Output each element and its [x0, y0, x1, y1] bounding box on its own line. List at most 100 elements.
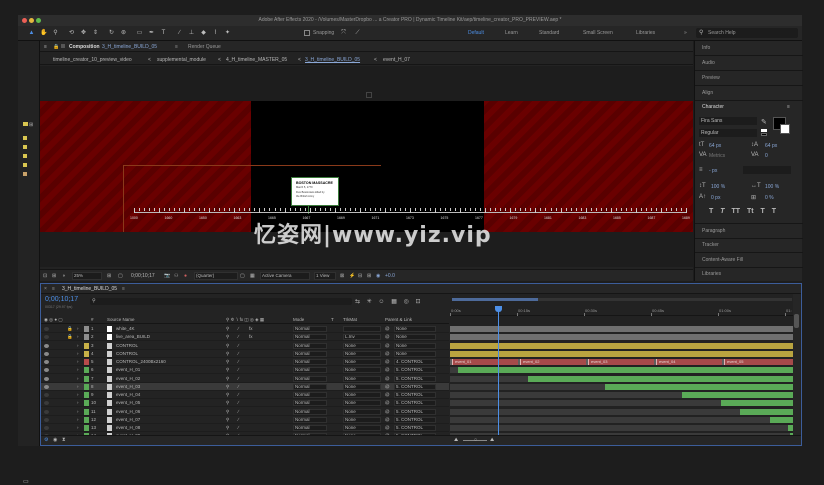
layer-duration-bar[interactable]	[458, 367, 793, 374]
tsume-value[interactable]: 0 %	[765, 195, 774, 201]
shy-switch-icon[interactable]: ⚲	[226, 351, 229, 357]
layer-duration-bar[interactable]	[450, 334, 793, 341]
pick-whip-icon[interactable]: @	[385, 326, 390, 332]
label-tag-icon[interactable]	[23, 122, 28, 126]
parent-select[interactable]: 4. CONTROL	[394, 359, 436, 365]
libraries-panel-tab[interactable]: Libraries	[702, 271, 721, 277]
snap-distance-icon[interactable]: ⟋	[354, 29, 361, 37]
visibility-eye-icon[interactable]	[44, 360, 49, 364]
shy-switch-icon[interactable]: ⚲	[226, 384, 229, 390]
quality-switch-icon[interactable]: ∕	[238, 417, 239, 423]
layer-marker[interactable]: event_04	[656, 359, 722, 365]
selection-tool-icon[interactable]: ▲	[28, 29, 35, 37]
pick-whip-icon[interactable]: @	[385, 384, 390, 390]
pick-whip-icon[interactable]: @	[385, 367, 390, 373]
shy-switch-icon[interactable]: ⚲	[226, 376, 229, 382]
transparency-grid-icon[interactable]: ▦	[250, 273, 255, 279]
blend-mode-select[interactable]: Normal	[293, 375, 327, 382]
tab-menu-icon[interactable]: ≡	[122, 286, 125, 292]
track-matte-select[interactable]	[343, 326, 381, 332]
toggle-pixel-aspect-icon[interactable]: ⊠	[340, 273, 344, 279]
eraser-tool-icon[interactable]: ◆	[200, 29, 207, 37]
blend-mode-select[interactable]: Normal	[293, 334, 327, 341]
pick-whip-icon[interactable]: @	[385, 417, 390, 423]
hand-tool-icon[interactable]: ✋	[40, 29, 47, 37]
pick-whip-icon[interactable]: @	[385, 409, 390, 415]
panel-menu-icon[interactable]: ≡	[44, 44, 47, 50]
visibility-eye-icon[interactable]	[44, 335, 49, 340]
blend-mode-select[interactable]: Normal	[293, 408, 327, 415]
mode-header[interactable]: Mode	[293, 317, 304, 323]
timeline-icon[interactable]: ⊟	[358, 273, 362, 279]
snapshot-icon[interactable]: 📷	[164, 273, 170, 279]
shy-switch-icon[interactable]: ⚲	[226, 326, 229, 332]
scrollbar-thumb[interactable]	[794, 314, 799, 328]
composition-tab-prefix[interactable]: Composition	[69, 44, 100, 50]
pan-camera-icon[interactable]: ✥	[80, 29, 87, 37]
vertical-scale-value[interactable]: 100 %	[711, 184, 725, 190]
layer-row[interactable]: › 8 event_H_03 ⚲ ∕ Normal None @5. CONTROL	[41, 382, 449, 391]
layer-track[interactable]	[450, 425, 793, 431]
channel-icon[interactable]: ●	[184, 273, 187, 279]
layer-name[interactable]: CONTROL	[116, 351, 138, 357]
label-color-swatch[interactable]	[84, 326, 89, 332]
draft-3d-icon[interactable]: ✳	[367, 299, 372, 305]
breadcrumb-item[interactable]: event_H_07	[383, 57, 410, 63]
layer-row[interactable]: › 12 event_H_07 ⚲ ∕ Normal None @5. CONTROL	[41, 416, 449, 424]
parent-select[interactable]: 5. CONTROL	[394, 416, 436, 423]
visibility-eye-icon[interactable]	[44, 384, 49, 389]
preview-panel-tab[interactable]: Preview	[702, 75, 720, 81]
track-matte-select[interactable]: None	[343, 342, 381, 349]
current-time-display[interactable]: 0;00;10;17	[45, 296, 78, 303]
layer-marker[interactable]: event_03	[588, 359, 654, 365]
track-matte-select[interactable]: None	[343, 400, 381, 407]
folder-swatch-5[interactable]	[23, 172, 27, 176]
baseline-shift-value[interactable]: 0 px	[711, 195, 720, 201]
tracking-value[interactable]: 0	[765, 153, 768, 159]
label-color-swatch[interactable]	[84, 416, 89, 423]
shy-switch-icon[interactable]: ⚲	[226, 367, 229, 373]
leading-value[interactable]: 64 px	[765, 143, 777, 149]
parent-link-header[interactable]: Parent & Link	[385, 317, 412, 323]
visibility-eye-icon[interactable]	[44, 376, 49, 381]
new-folder-icon[interactable]: ▭	[23, 478, 29, 485]
tracker-panel-tab[interactable]: Tracker	[702, 242, 719, 248]
layer-row[interactable]: › 11 event_H_06 ⚲ ∕ Normal None @5. CONTROL	[41, 408, 449, 416]
breadcrumb-item[interactable]: 4_H_timeline_MASTER_05	[226, 57, 287, 63]
blend-mode-select[interactable]: Normal	[293, 392, 327, 398]
pick-whip-icon[interactable]: @	[385, 359, 390, 365]
current-time-readout[interactable]: 0;00;10;17	[131, 273, 155, 279]
render-queue-tab[interactable]: Render Queue	[188, 44, 221, 50]
flowchart-icon[interactable]: ⊞	[29, 122, 33, 128]
parent-select[interactable]: 5. CONTROL	[394, 425, 436, 431]
eyedropper-icon[interactable]: ✎	[761, 118, 767, 126]
subscript-button[interactable]: T	[772, 208, 776, 215]
zoom-slider-thumb[interactable]: ○	[474, 437, 477, 443]
resolution-select[interactable]: (Quarter)	[194, 272, 238, 280]
quality-switch-icon[interactable]: ∕	[238, 376, 239, 382]
expand-arrow-icon[interactable]: ›	[77, 409, 79, 415]
content-aware-fill-panel-tab[interactable]: Content-Aware Fill	[702, 257, 743, 263]
shy-switch-icon[interactable]: ⚲	[226, 409, 229, 415]
expand-arrow-icon[interactable]: ›	[77, 392, 79, 398]
pen-tool-icon[interactable]: ✒	[148, 29, 155, 37]
expand-arrow-icon[interactable]: ›	[77, 359, 79, 365]
visibility-eye-icon[interactable]	[44, 426, 49, 430]
parent-select[interactable]: 5. CONTROL	[394, 392, 436, 398]
stroke-style-select[interactable]	[743, 166, 791, 174]
work-area-range[interactable]	[452, 298, 538, 301]
pick-whip-icon[interactable]: @	[385, 392, 390, 398]
search-help-field[interactable]: ⚲ Search Help	[696, 28, 798, 38]
info-panel-tab[interactable]: Info	[702, 45, 710, 51]
blend-mode-select[interactable]: Normal	[293, 367, 327, 374]
folder-swatch-3[interactable]	[23, 154, 27, 158]
workspace-standard[interactable]: Standard	[539, 30, 559, 36]
layer-switches-toggle-icon[interactable]: ⚙	[44, 437, 48, 443]
label-color-swatch[interactable]	[84, 350, 89, 357]
label-color-swatch[interactable]	[84, 359, 89, 365]
exposure-value[interactable]: +0.0	[385, 273, 395, 279]
layer-search-input[interactable]: ⚲	[90, 298, 352, 305]
event-card[interactable]: BOSTON MASSACRE March 5, 1770 Five Bosto…	[291, 177, 339, 206]
track-matte-select[interactable]: None	[343, 392, 381, 398]
shy-switch-icon[interactable]: ⚲	[226, 400, 229, 406]
